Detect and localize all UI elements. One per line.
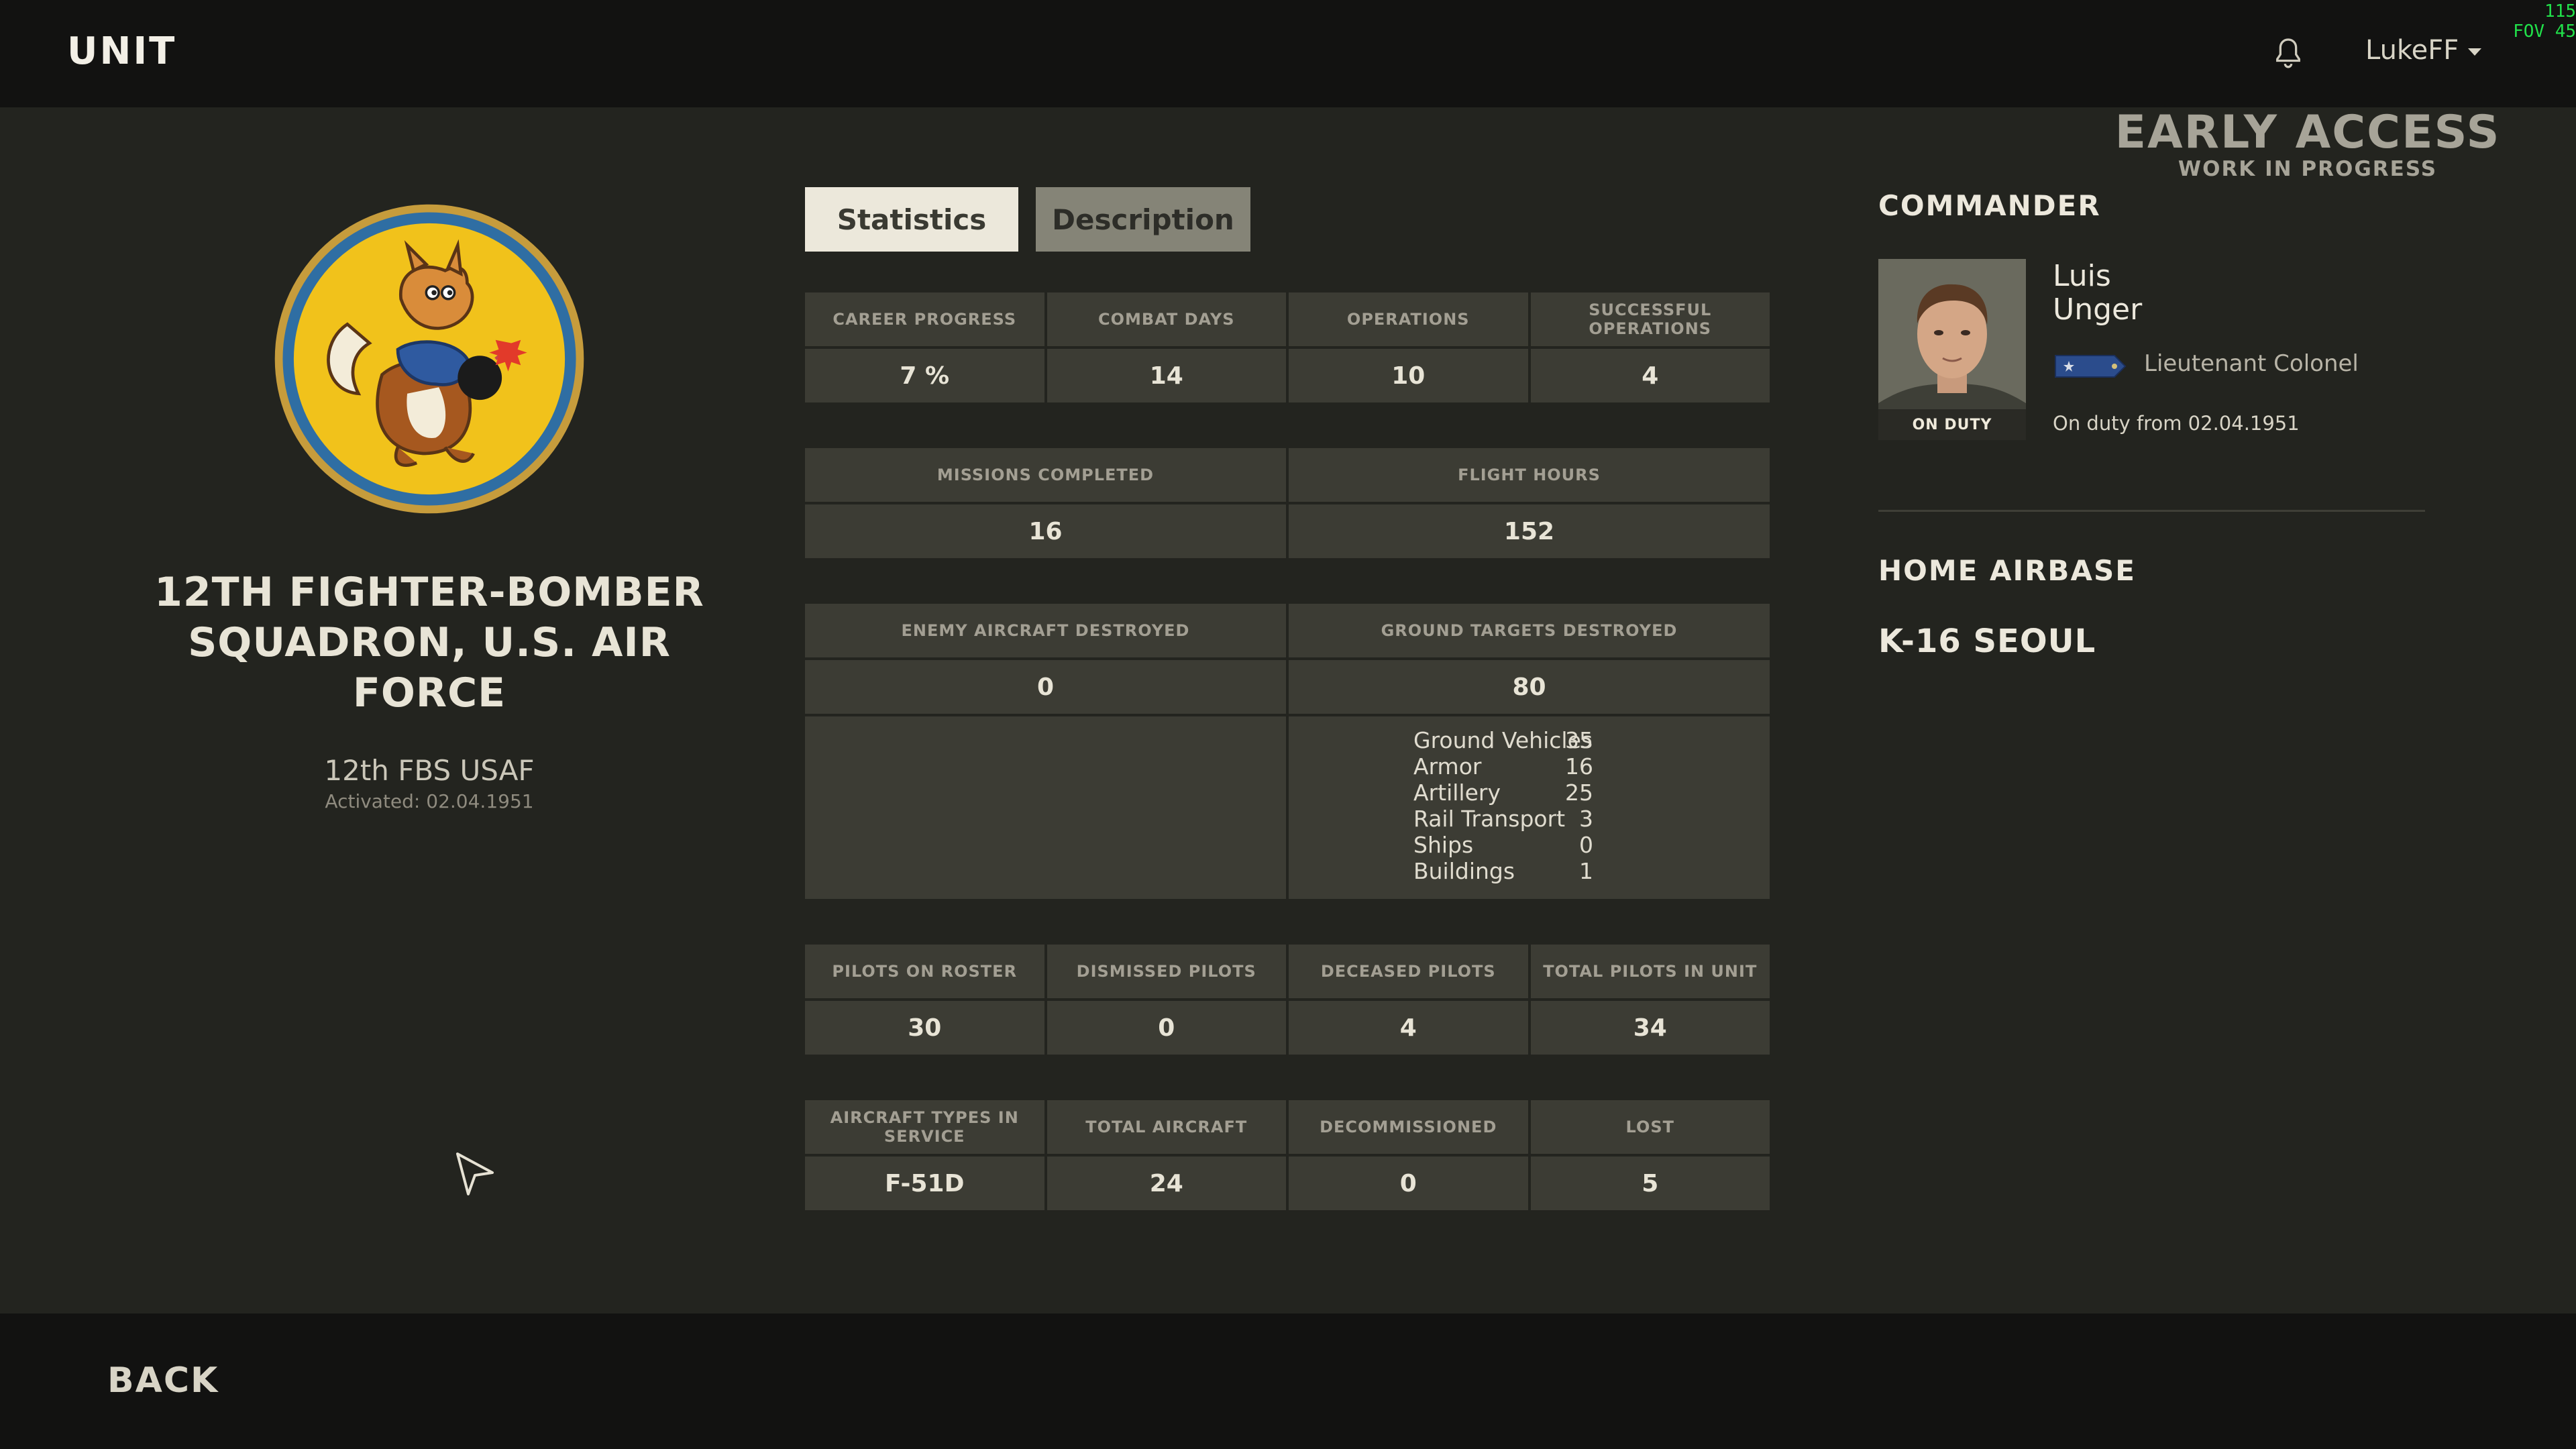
- cursor-arrow-icon: [456, 1152, 494, 1195]
- stat-value-ground-targets-destroyed: 80: [1289, 660, 1770, 714]
- stat-value-combat-days: 14: [1046, 349, 1286, 402]
- commander-section-title: COMMANDER: [1878, 189, 2101, 222]
- stat-value-dismissed-pilots: 0: [1046, 1001, 1286, 1055]
- stat-blank-cell: [805, 716, 1286, 899]
- stat-value-total-aircraft: 24: [1046, 1157, 1286, 1210]
- stat-value-successful-operations: 4: [1530, 349, 1770, 402]
- breakdown-value: 25: [1565, 780, 1593, 806]
- page-title: UNIT: [67, 30, 177, 73]
- commander-rank: Lieutenant Colonel: [2144, 350, 2359, 377]
- stat-value-lost: 5: [1530, 1157, 1770, 1210]
- stat-label-total-aircraft: TOTAL AIRCRAFT: [1046, 1100, 1286, 1154]
- stat-label-flight-hours: FLIGHT HOURS: [1289, 448, 1770, 502]
- breakdown-label: Armor: [1413, 753, 1482, 780]
- bottom-bar: [0, 1313, 2576, 1449]
- debug-overlay: 115 FOV 45: [2493, 1, 2576, 42]
- ground-targets-breakdown: Ground Vehicles 35 Armor 16 Artillery 25 Ra…: [1289, 716, 1770, 899]
- home-airbase-section-title: HOME AIRBASE: [1878, 554, 2136, 587]
- breakdown-label: Buildings: [1413, 858, 1515, 884]
- commander-on-duty-since: On duty from 02.04.1951: [2053, 412, 2300, 435]
- early-access-badge: EARLY ACCESS WORK IN PROGRESS: [2113, 106, 2502, 181]
- stat-value-deceased-pilots: 4: [1289, 1001, 1528, 1055]
- caret-down-icon: [2468, 48, 2482, 56]
- stat-value-aircraft-types: F-51D: [805, 1157, 1044, 1210]
- breakdown-value: 1: [1579, 858, 1593, 884]
- breakdown-label: Rail Transport: [1413, 806, 1566, 832]
- stat-value-flight-hours: 152: [1289, 504, 1770, 558]
- unit-short-name: 12th FBS USAF: [324, 754, 535, 787]
- stats-group-pilots: PILOTS ON ROSTER DISMISSED PILOTS DECEAS…: [805, 945, 1770, 1055]
- stat-value-pilots-on-roster: 30: [805, 1001, 1044, 1055]
- commander-portrait[interactable]: ON DUTY: [1878, 259, 2026, 440]
- stat-label-decommissioned: DECOMMISSIONED: [1289, 1100, 1528, 1154]
- bell-icon[interactable]: [2269, 35, 2307, 72]
- stat-label-ground-targets-destroyed: GROUND TARGETS DESTROYED: [1289, 604, 1770, 657]
- breakdown-label: Ships: [1413, 832, 1474, 858]
- breakdown-value: 35: [1565, 727, 1593, 753]
- tab-statistics[interactable]: Statistics: [805, 187, 1018, 252]
- commander-last-name: Unger: [2053, 292, 2143, 327]
- stat-value-enemy-aircraft-destroyed: 0: [805, 660, 1286, 714]
- stat-label-combat-days: COMBAT DAYS: [1046, 292, 1286, 346]
- rank-insignia-icon: [2055, 355, 2127, 378]
- breakdown-value: 3: [1579, 806, 1593, 832]
- stat-label-lost: LOST: [1530, 1100, 1770, 1154]
- stat-label-aircraft-types: AIRCRAFT TYPES IN SERVICE: [805, 1100, 1044, 1154]
- stat-label-deceased-pilots: DECEASED PILOTS: [1289, 945, 1528, 998]
- stat-label-career-progress: CAREER PROGRESS: [805, 292, 1044, 346]
- stat-value-total-pilots: 34: [1530, 1001, 1770, 1055]
- unit-activated-date: Activated: 02.04.1951: [325, 790, 534, 812]
- unit-name: 12TH FIGHTER-BOMBER SQUADRON, U.S. AIR F…: [154, 569, 704, 716]
- stat-label-pilots-on-roster: PILOTS ON ROSTER: [805, 945, 1044, 998]
- stat-label-successful-operations: SUCCESSFUL OPERATIONS: [1530, 292, 1770, 346]
- breakdown-value: 0: [1579, 832, 1593, 858]
- breakdown-label: Artillery: [1413, 780, 1501, 806]
- stat-label-missions-completed: MISSIONS COMPLETED: [805, 448, 1286, 502]
- home-airbase-name: K-16 SEOUL: [1878, 623, 2096, 660]
- early-access-subtitle: WORK IN PROGRESS: [2178, 157, 2438, 181]
- breakdown-value: 16: [1565, 753, 1593, 780]
- stats-group-aircraft: AIRCRAFT TYPES IN SERVICE TOTAL AIRCRAFT…: [805, 1100, 1770, 1210]
- tab-description[interactable]: Description: [1036, 187, 1250, 252]
- stat-value-career-progress: 7 %: [805, 349, 1044, 402]
- stat-label-enemy-aircraft-destroyed: ENEMY AIRCRAFT DESTROYED: [805, 604, 1286, 657]
- section-divider: [1878, 510, 2425, 512]
- stat-label-operations: OPERATIONS: [1289, 292, 1528, 346]
- debug-fov: FOV 45: [2513, 21, 2576, 42]
- stat-value-decommissioned: 0: [1289, 1157, 1528, 1210]
- early-access-title: EARLY ACCESS: [2114, 106, 2501, 159]
- debug-fps: 115: [2544, 1, 2576, 21]
- user-menu[interactable]: LukeFF: [2365, 35, 2482, 66]
- stat-label-dismissed-pilots: DISMISSED PILOTS: [1046, 945, 1286, 998]
- commander-status-badge: ON DUTY: [1878, 409, 2026, 440]
- stat-label-total-pilots: TOTAL PILOTS IN UNIT: [1530, 945, 1770, 998]
- commander-first-name: Luis: [2053, 259, 2111, 293]
- unit-emblem-icon: [274, 204, 584, 514]
- stat-value-missions-completed: 16: [805, 504, 1286, 558]
- username: LukeFF: [2365, 35, 2459, 66]
- stats-group-destroyed: ENEMY AIRCRAFT DESTROYED GROUND TARGETS …: [805, 604, 1770, 899]
- top-bar: [0, 0, 2576, 107]
- stats-group-missions: MISSIONS COMPLETED FLIGHT HOURS 16 152: [805, 448, 1770, 558]
- stats-group-career: CAREER PROGRESS COMBAT DAYS OPERATIONS S…: [805, 292, 1770, 402]
- back-button[interactable]: BACK: [107, 1360, 219, 1401]
- stat-value-operations: 10: [1289, 349, 1528, 402]
